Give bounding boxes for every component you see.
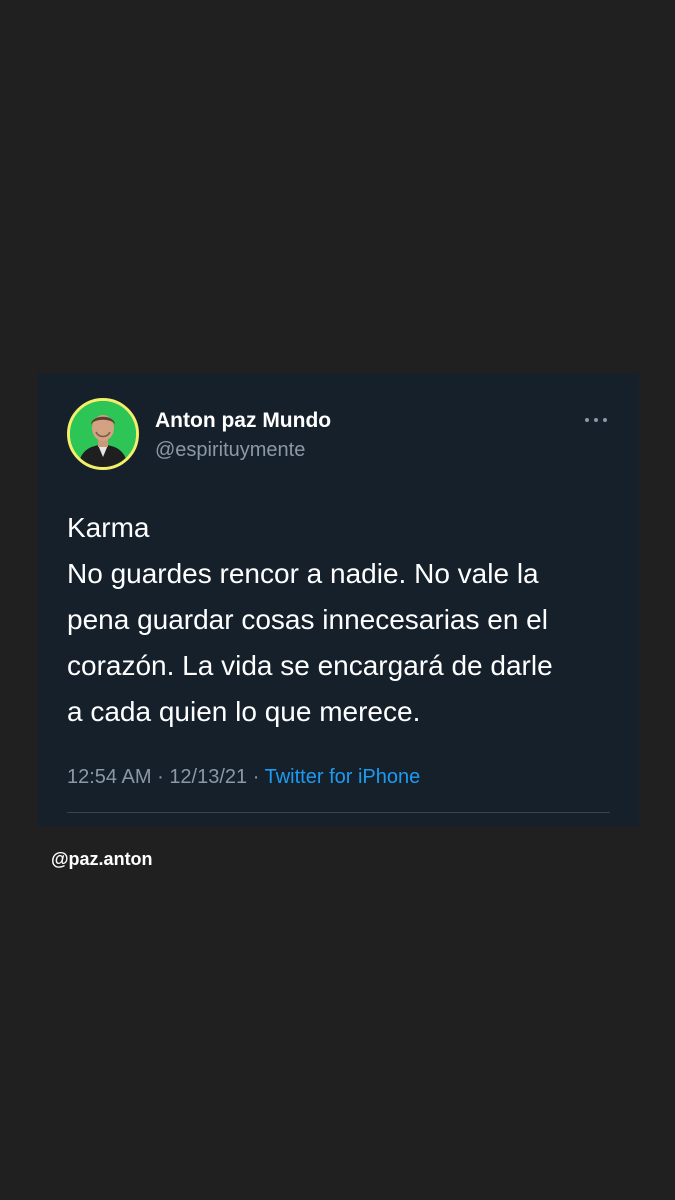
tweet-meta: 12:54 AM · 12/13/21 · Twitter for iPhone	[67, 766, 420, 789]
profile-photo	[70, 401, 136, 467]
tweet-text: Karma No guardes rencor a nadie. No vale…	[67, 505, 612, 735]
avatar[interactable]	[67, 398, 139, 470]
tweet-card: Anton paz Mundo @espirituymente Karma No…	[38, 373, 639, 826]
meta-separator: ·	[157, 766, 164, 788]
watermark: @paz.anton	[51, 849, 153, 869]
more-horizontal-icon-dot	[603, 418, 607, 422]
tweet-source-link[interactable]: Twitter for iPhone	[265, 766, 421, 788]
tweet-date[interactable]: 12/13/21	[169, 766, 247, 788]
tweet-text-line: No guardes rencor a nadie. No vale la	[67, 558, 539, 589]
more-horizontal-icon	[585, 418, 589, 422]
tweet-text-line: corazón. La vida se encargará de darle	[67, 650, 553, 681]
more-horizontal-icon-dot	[594, 418, 598, 422]
tweet-text-line: Karma	[67, 512, 150, 543]
tweet-text-line: a cada quien lo que merece.	[67, 696, 421, 727]
meta-separator: ·	[252, 766, 260, 788]
display-name[interactable]: Anton paz Mundo	[155, 409, 331, 433]
tweet-text-line: pena guardar cosas innecesarias en el	[67, 604, 548, 635]
user-handle[interactable]: @espirituymente	[155, 439, 305, 462]
more-options-button[interactable]	[585, 415, 607, 425]
tweet-time[interactable]: 12:54 AM	[67, 766, 152, 788]
divider	[67, 812, 610, 813]
